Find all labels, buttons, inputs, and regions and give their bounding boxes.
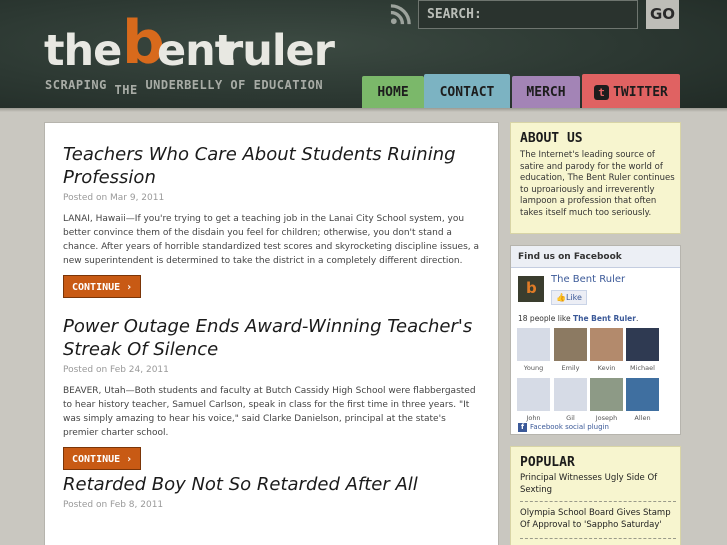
post-item: Retarded Boy Not So Retarded After All P…	[63, 473, 483, 510]
fan-photo	[626, 378, 659, 411]
fan-name: John	[526, 414, 541, 422]
fan-photo	[517, 378, 550, 411]
post-date: Posted on Feb 8, 2011	[63, 500, 164, 510]
fan-avatar[interactable]: Michael	[626, 328, 659, 372]
fan-avatar[interactable]: Gil	[554, 378, 587, 422]
fan-photo	[554, 328, 587, 361]
post-item: Power Outage Ends Award-Winning Teacher'…	[63, 315, 483, 470]
fan-avatar[interactable]: Young	[517, 328, 550, 372]
post-title[interactable]: Retarded Boy Not So Retarded After All	[63, 473, 483, 496]
facebook-widget: Find us on Facebook b The Bent Ruler 👍Li…	[510, 245, 681, 435]
twitter-icon: t	[594, 85, 610, 100]
post-item: Teachers Who Care About Students Ruining…	[63, 143, 483, 298]
post-title[interactable]: Power Outage Ends Award-Winning Teacher'…	[63, 315, 483, 361]
tagline-part-3: UNDERBELLY OF EDUCATION	[145, 78, 324, 92]
post-list: Teachers Who Care About Students Ruining…	[44, 122, 499, 545]
tagline-part-1: SCRAPING	[45, 78, 107, 92]
fan-photo	[554, 378, 587, 411]
fan-photo	[517, 328, 550, 361]
fan-avatar[interactable]: Emily	[554, 328, 587, 372]
about-title: ABOUT US	[520, 131, 583, 146]
nav-tab-twitter-label: TWITTER	[613, 85, 668, 100]
like-count-suffix: .	[635, 314, 639, 323]
page-avatar[interactable]: b	[518, 276, 544, 302]
post-title[interactable]: Teachers Who Care About Students Ruining…	[63, 143, 483, 189]
logo-word-ruler: ruler	[222, 26, 335, 76]
divider	[520, 538, 676, 539]
fan-photo	[590, 378, 623, 411]
about-widget: ABOUT US The Internet's leading source o…	[510, 122, 681, 234]
fan-photo	[590, 328, 623, 361]
nav-tab-merch[interactable]: MERCH	[512, 76, 580, 110]
tagline-part-2: THE	[114, 83, 138, 97]
facebook-like-count: 18 people like The Bent Ruler.	[518, 314, 638, 323]
facebook-plugin-label: Facebook social plugin	[530, 423, 609, 431]
fan-avatar[interactable]: Kevin	[590, 328, 623, 372]
fan-avatar[interactable]: Joseph	[590, 378, 623, 422]
search-go-button[interactable]: GO	[646, 0, 679, 29]
fan-name: Young	[523, 364, 544, 372]
facebook-plugin-link[interactable]: f Facebook social plugin	[518, 423, 609, 432]
popular-link[interactable]: Principal Witnesses Ugly Side Of Sexting	[520, 472, 676, 496]
like-count-page-name[interactable]: The Bent Ruler	[573, 314, 636, 323]
fan-name: Allen	[634, 414, 651, 422]
continue-button[interactable]: CONTINUE ›	[63, 275, 142, 298]
nav-tab-home[interactable]: HOME	[362, 76, 424, 110]
search-input[interactable]: SEARCH:	[418, 0, 638, 29]
fan-name: Michael	[630, 364, 655, 372]
fan-photo	[626, 328, 659, 361]
nav-tab-contact[interactable]: CONTACT	[424, 74, 510, 110]
continue-button[interactable]: CONTINUE ›	[63, 447, 142, 470]
like-label: Like	[565, 293, 582, 302]
nav-tab-twitter[interactable]: t TWITTER	[582, 74, 680, 110]
site-header: the b ent ruler SCRAPING THE UNDERBELLY …	[0, 0, 727, 112]
popular-link[interactable]: Olympia School Board Gives Stamp Of Appr…	[520, 507, 676, 531]
popular-widget: POPULAR Principal Witnesses Ugly Side Of…	[510, 446, 681, 545]
post-date: Posted on Mar 9, 2011	[63, 193, 165, 203]
facebook-title: Find us on Facebook	[511, 246, 680, 268]
search-label: SEARCH:	[427, 7, 482, 22]
facebook-like-button[interactable]: 👍Like	[551, 290, 587, 305]
facebook-page-link[interactable]: The Bent Ruler	[551, 274, 625, 285]
rss-icon[interactable]	[389, 2, 412, 27]
site-tagline: SCRAPING THE UNDERBELLY OF EDUCATION	[45, 78, 324, 97]
popular-title: POPULAR	[520, 455, 575, 470]
facebook-icon: f	[518, 423, 527, 432]
post-excerpt: BEAVER, Utah—Both students and faculty a…	[63, 386, 476, 438]
fan-name: Gil	[566, 414, 575, 422]
post-excerpt: LANAI, Hawaii—If you're trying to get a …	[63, 214, 480, 266]
like-count-prefix: 18 people like	[518, 314, 571, 323]
post-date: Posted on Feb 24, 2011	[63, 365, 169, 375]
about-text: The Internet's leading source of satire …	[520, 150, 675, 218]
divider	[520, 501, 676, 502]
thumbs-up-icon: 👍	[556, 293, 566, 302]
fan-name: Emily	[561, 364, 580, 372]
fan-name: Joseph	[595, 414, 618, 422]
fan-name: Kevin	[597, 364, 616, 372]
fan-avatar[interactable]: Allen	[626, 378, 659, 422]
fan-avatar[interactable]: John	[517, 378, 550, 422]
logo-word-the: the	[44, 26, 122, 76]
